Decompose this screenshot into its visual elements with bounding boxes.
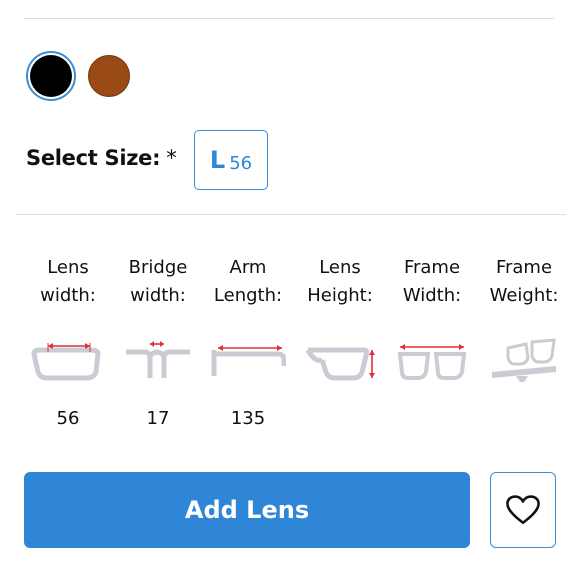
measure-arm-length: Arm Length: 135 bbox=[202, 254, 294, 444]
measure-frame-width: Frame Width: bbox=[386, 254, 478, 444]
bridge-width-icon bbox=[126, 341, 190, 378]
add-lens-label: Add Lens bbox=[184, 496, 310, 524]
color-swatches bbox=[26, 51, 134, 101]
lens-height-icon bbox=[305, 347, 375, 381]
measure-label: Lens width: bbox=[40, 257, 96, 306]
measure-bridge-width: Bridge width: 17 bbox=[112, 254, 204, 444]
top-divider bbox=[24, 18, 554, 19]
measure-label: Lens Height: bbox=[307, 257, 373, 306]
measure-value: 56 bbox=[56, 408, 80, 429]
measure-value: 135 bbox=[230, 408, 266, 429]
frame-width-icon bbox=[397, 344, 467, 380]
size-option-l56[interactable]: L 56 bbox=[194, 130, 268, 190]
required-marker: * bbox=[166, 146, 177, 170]
heart-icon bbox=[506, 495, 540, 525]
measure-label: Frame Weight: bbox=[489, 257, 559, 306]
frame-weight-icon bbox=[492, 338, 556, 382]
middle-divider bbox=[16, 214, 566, 215]
lens-width-icon bbox=[31, 343, 101, 381]
size-number: 56 bbox=[229, 152, 253, 174]
size-letter: L bbox=[209, 146, 226, 174]
select-size-text: Select Size: bbox=[26, 146, 161, 170]
measure-frame-weight: Frame Weight: bbox=[478, 254, 570, 444]
select-size-label: Select Size: * bbox=[26, 146, 177, 170]
measure-lens-height: Lens Height: bbox=[294, 254, 386, 444]
measure-lens-width: Lens width: 56 bbox=[22, 254, 114, 444]
wishlist-button[interactable] bbox=[490, 472, 556, 548]
color-swatch-black[interactable] bbox=[26, 51, 76, 101]
measure-label: Bridge width: bbox=[128, 257, 188, 306]
measure-label: Arm Length: bbox=[213, 257, 283, 306]
measure-label: Frame Width: bbox=[402, 257, 462, 306]
color-swatch-brown[interactable] bbox=[84, 51, 134, 101]
measure-value: 17 bbox=[146, 408, 170, 429]
add-lens-button[interactable]: Add Lens bbox=[24, 472, 470, 548]
arm-length-icon bbox=[211, 345, 286, 376]
